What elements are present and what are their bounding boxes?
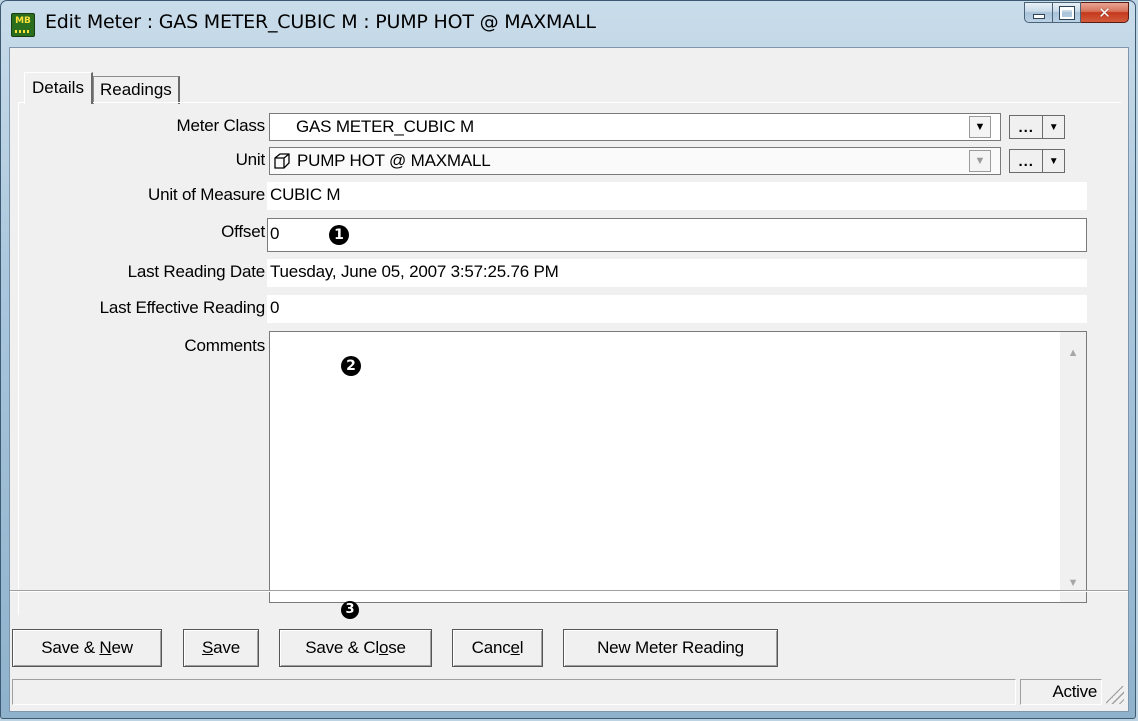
resize-grip-icon[interactable]: [1106, 686, 1124, 704]
last-effective-reading-value: 0: [267, 295, 1087, 323]
meter-class-value: GAS METER_CUBIC M: [296, 117, 474, 136]
window-controls: ✕: [1024, 2, 1129, 24]
cancel-accel: e: [510, 638, 520, 657]
window-title: Edit Meter : GAS METER_CUBIC M : PUMP HO…: [45, 11, 596, 33]
last-reading-date-label: Last Reading Date: [127, 262, 266, 281]
tab-readings[interactable]: Readings: [92, 76, 180, 104]
unit-value: PUMP HOT @ MAXMALL: [297, 151, 491, 170]
minimize-icon: [1032, 14, 1045, 19]
callout-1-badge: 1: [329, 225, 349, 245]
save-accel: S: [202, 638, 214, 657]
title-bar[interactable]: MB Edit Meter : GAS METER_CUBIC M : PUMP…: [1, 1, 1135, 47]
scroll-down-icon[interactable]: ▼: [1060, 570, 1086, 596]
ellipsis-icon[interactable]: ...: [1010, 116, 1044, 138]
maximize-icon: [1058, 5, 1075, 20]
scroll-up-icon[interactable]: ▲: [1060, 340, 1086, 366]
save-button[interactable]: Save: [183, 629, 259, 667]
save-new-label-pre: Save &: [41, 638, 100, 657]
new-meter-reading-button[interactable]: New Meter Reading: [563, 629, 778, 667]
tab-details[interactable]: Details: [24, 72, 93, 104]
button-divider: [10, 590, 1128, 592]
save-close-accel: o: [378, 638, 389, 657]
meter-class-label: Meter Class: [176, 116, 266, 135]
chevron-down-icon[interactable]: ▼: [1043, 116, 1064, 138]
meter-class-combo[interactable]: GAS METER_CUBIC M: [269, 113, 1001, 141]
save-label-post: ave: [213, 638, 240, 657]
close-icon: ✕: [1098, 3, 1111, 22]
unit-label: Unit: [235, 150, 266, 169]
minimize-button[interactable]: [1024, 2, 1053, 23]
app-icon[interactable]: MB: [11, 13, 35, 37]
tab-strip: Details Readings: [24, 72, 180, 104]
status-state: Active: [1020, 679, 1102, 705]
dialog-client-area: Details Readings Meter Class GAS METER_C…: [9, 47, 1129, 712]
last-reading-date-value: Tuesday, June 05, 2007 3:57:25.76 PM: [267, 259, 1087, 287]
meter-class-dropdown-arrow[interactable]: ▼: [969, 116, 991, 138]
ellipsis-icon[interactable]: ...: [1010, 150, 1044, 172]
status-message: [12, 679, 1016, 705]
meter-class-lookup-button[interactable]: ... ▼: [1009, 115, 1065, 139]
callout-3-badge: 3: [341, 601, 359, 619]
unit-dropdown-arrow[interactable]: ▼: [969, 150, 991, 172]
cube-icon: [274, 153, 290, 169]
cancel-label-post: l: [519, 638, 524, 657]
unit-of-measure-label: Unit of Measure: [148, 185, 265, 204]
cancel-button[interactable]: Canc e l: [452, 629, 543, 667]
comments-scrollbar[interactable]: ▲ ▼: [1060, 332, 1086, 602]
comments-label: Comments: [184, 336, 265, 355]
last-effective-reading-label: Last Effective Reading: [99, 298, 266, 317]
callout-2-badge: 2: [341, 356, 361, 376]
save-close-button[interactable]: Save & Cl o se: [279, 629, 432, 667]
edit-meter-window: MB Edit Meter : GAS METER_CUBIC M : PUMP…: [0, 0, 1136, 719]
offset-input[interactable]: 0: [267, 218, 1087, 252]
comments-textarea[interactable]: ▲ ▼: [269, 331, 1087, 603]
maximize-button[interactable]: [1053, 2, 1081, 23]
save-close-label-pre: Save & Cl: [305, 638, 379, 657]
unit-combo[interactable]: PUMP HOT @ MAXMALL: [269, 147, 1001, 175]
cancel-label-pre: Canc: [471, 638, 511, 657]
save-close-label-post: se: [388, 638, 406, 657]
details-panel: Meter Class GAS METER_CUBIC M ▼ ... ▼ Uni…: [18, 102, 1121, 615]
save-new-label-post: ew: [111, 638, 133, 657]
status-bar: Active: [12, 675, 1126, 706]
chevron-down-icon[interactable]: ▼: [1043, 150, 1064, 172]
close-button[interactable]: ✕: [1081, 2, 1129, 23]
unit-of-measure-value: CUBIC M: [267, 182, 1087, 210]
save-new-accel: N: [99, 638, 112, 657]
unit-lookup-button[interactable]: ... ▼: [1009, 149, 1065, 173]
offset-label: Offset: [221, 222, 265, 241]
save-new-button[interactable]: Save & New: [12, 629, 162, 667]
